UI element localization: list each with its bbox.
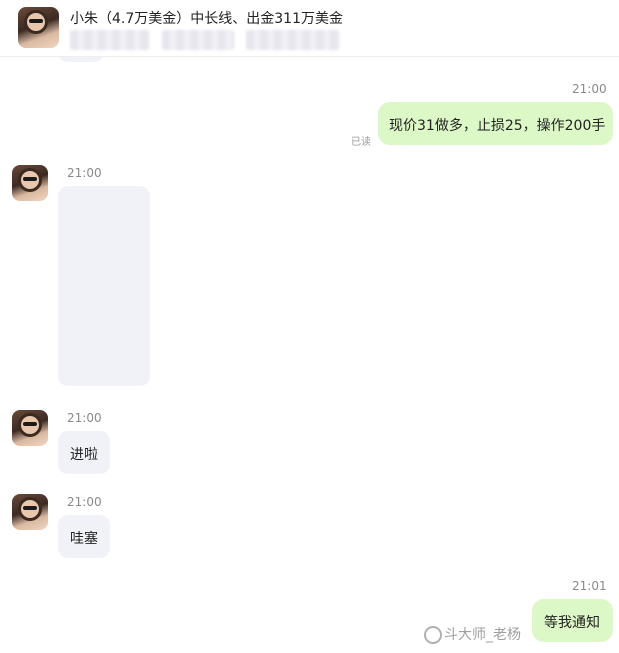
weibo-logo-icon <box>424 626 442 644</box>
blurred-tag <box>246 30 340 50</box>
image-message[interactable] <box>58 186 150 386</box>
incoming-message[interactable]: 哇塞 <box>58 515 110 558</box>
message-timestamp: 21:01 <box>572 579 607 593</box>
sender-avatar[interactable] <box>12 165 48 201</box>
read-status: 已读 <box>351 137 371 148</box>
incoming-message[interactable]: 进啦 <box>58 431 110 474</box>
message-timestamp: 21:00 <box>67 495 102 509</box>
blurred-tag <box>70 30 150 50</box>
watermark: 斗大师_老杨 <box>424 624 521 644</box>
blurred-tag <box>162 30 234 50</box>
outgoing-message[interactable]: 等我通知 <box>532 599 613 642</box>
outgoing-message[interactable]: 现价31做多，止损25，操作200手 <box>378 102 613 145</box>
contact-avatar[interactable] <box>18 7 59 48</box>
sender-avatar[interactable] <box>12 410 48 446</box>
message-timestamp: 21:00 <box>67 411 102 425</box>
contact-name[interactable]: 小朱（4.7万美金）中长线、出金311万美金 <box>70 8 343 28</box>
message-timestamp: 21:00 <box>67 166 102 180</box>
chat-header: 小朱（4.7万美金）中长线、出金311万美金 <box>0 0 619 57</box>
sender-avatar[interactable] <box>12 494 48 530</box>
message-timestamp: 21:00 <box>572 82 607 96</box>
watermark-text: 斗大师_老杨 <box>444 627 521 643</box>
